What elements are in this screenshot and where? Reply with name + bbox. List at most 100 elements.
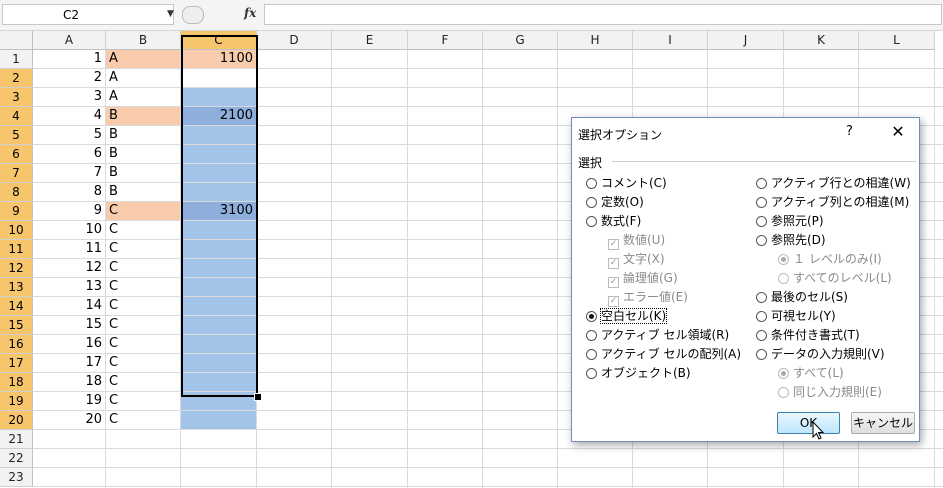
- row-header-5[interactable]: 5: [0, 126, 33, 145]
- cell-c2[interactable]: [181, 69, 256, 87]
- cell-a6[interactable]: 6: [33, 145, 105, 163]
- cell-a1[interactable]: 1: [33, 50, 105, 68]
- cell-b9[interactable]: C: [106, 202, 180, 220]
- column-header-c[interactable]: C: [181, 31, 257, 50]
- column-header-b[interactable]: B: [106, 31, 181, 50]
- cell-b7[interactable]: B: [106, 164, 180, 182]
- radio-option[interactable]: 同じ入力規則(E): [778, 383, 882, 401]
- row-header-9[interactable]: 9: [0, 202, 33, 221]
- cell-a9[interactable]: 9: [33, 202, 105, 220]
- cell-c15[interactable]: [181, 316, 256, 334]
- cancel-button[interactable]: キャンセル: [851, 412, 915, 434]
- row-header-4[interactable]: 4: [0, 107, 33, 126]
- cell-b15[interactable]: C: [106, 316, 180, 334]
- radio-icon[interactable]: [756, 330, 767, 341]
- column-header-d[interactable]: D: [257, 31, 332, 50]
- row-header-2[interactable]: 2: [0, 69, 33, 88]
- column-header-h[interactable]: H: [558, 31, 633, 50]
- radio-icon[interactable]: [586, 311, 597, 322]
- cell-c17[interactable]: [181, 354, 256, 372]
- select-all-corner[interactable]: [0, 31, 33, 50]
- name-box[interactable]: C2 ▼: [2, 4, 174, 25]
- radio-icon[interactable]: [586, 349, 597, 360]
- cell-a7[interactable]: 7: [33, 164, 105, 182]
- checkbox-option[interactable]: ✓ 論理値(G): [608, 269, 678, 288]
- row-header-15[interactable]: 15: [0, 316, 33, 335]
- checkbox-icon[interactable]: ✓: [608, 277, 619, 288]
- row-header-11[interactable]: 11: [0, 240, 33, 259]
- cell-b17[interactable]: C: [106, 354, 180, 372]
- row-header-6[interactable]: 6: [0, 145, 33, 164]
- row-header-23[interactable]: 23: [0, 468, 33, 487]
- radio-option[interactable]: すべて(L): [778, 364, 844, 382]
- radio-icon[interactable]: [756, 349, 767, 360]
- radio-option[interactable]: 可視セル(Y): [756, 307, 836, 325]
- cell-c11[interactable]: [181, 240, 256, 258]
- radio-option[interactable]: すべてのレベル(L): [778, 269, 892, 287]
- formula-handle-icon[interactable]: [182, 6, 204, 24]
- radio-option[interactable]: データの入力規則(V): [756, 345, 885, 363]
- column-header-l[interactable]: L: [859, 31, 935, 50]
- cell-c19[interactable]: [181, 392, 256, 410]
- cell-a16[interactable]: 16: [33, 335, 105, 353]
- cell-b14[interactable]: C: [106, 297, 180, 315]
- row-header-18[interactable]: 18: [0, 373, 33, 392]
- cell-b10[interactable]: C: [106, 221, 180, 239]
- cell-a13[interactable]: 13: [33, 278, 105, 296]
- cell-a5[interactable]: 5: [33, 126, 105, 144]
- cell-c8[interactable]: [181, 183, 256, 201]
- cell-b8[interactable]: B: [106, 183, 180, 201]
- cell-a12[interactable]: 12: [33, 259, 105, 277]
- cell-b2[interactable]: A: [106, 69, 180, 87]
- cell-b12[interactable]: C: [106, 259, 180, 277]
- radio-icon[interactable]: [778, 254, 789, 265]
- row-header-12[interactable]: 12: [0, 259, 33, 278]
- radio-icon[interactable]: [756, 311, 767, 322]
- close-button[interactable]: ✕: [886, 121, 910, 143]
- cell-c4[interactable]: 2100: [181, 107, 256, 125]
- row-header-3[interactable]: 3: [0, 88, 33, 107]
- column-header-j[interactable]: J: [708, 31, 784, 50]
- radio-icon[interactable]: [756, 178, 767, 189]
- radio-icon[interactable]: [586, 178, 597, 189]
- row-header-13[interactable]: 13: [0, 278, 33, 297]
- radio-icon[interactable]: [586, 216, 597, 227]
- cell-c7[interactable]: [181, 164, 256, 182]
- cell-b20[interactable]: C: [106, 411, 180, 429]
- row-header-10[interactable]: 10: [0, 221, 33, 240]
- chevron-down-icon[interactable]: ▼: [167, 9, 174, 19]
- row-header-19[interactable]: 19: [0, 392, 33, 411]
- column-header-k[interactable]: K: [784, 31, 859, 50]
- cell-b13[interactable]: C: [106, 278, 180, 296]
- row-header-20[interactable]: 20: [0, 411, 33, 430]
- checkbox-icon[interactable]: ✓: [608, 258, 619, 269]
- cell-c14[interactable]: [181, 297, 256, 315]
- help-button[interactable]: ?: [846, 124, 853, 139]
- radio-option[interactable]: アクティブ セル領域(R): [586, 326, 729, 344]
- radio-option[interactable]: 定数(O): [586, 193, 644, 211]
- checkbox-option[interactable]: ✓ 数値(U): [608, 231, 665, 250]
- cell-c18[interactable]: [181, 373, 256, 391]
- cell-a3[interactable]: 3: [33, 88, 105, 106]
- row-header-7[interactable]: 7: [0, 164, 33, 183]
- radio-option[interactable]: 空白セル(K): [586, 307, 668, 325]
- cell-c6[interactable]: [181, 145, 256, 163]
- cell-b11[interactable]: C: [106, 240, 180, 258]
- cell-b1[interactable]: A: [106, 50, 180, 68]
- radio-option[interactable]: アクティブ列との相違(M): [756, 193, 909, 211]
- cell-c16[interactable]: [181, 335, 256, 353]
- column-header-f[interactable]: F: [408, 31, 483, 50]
- column-header-e[interactable]: E: [332, 31, 408, 50]
- cell-c12[interactable]: [181, 259, 256, 277]
- cell-c13[interactable]: [181, 278, 256, 296]
- cell-a2[interactable]: 2: [33, 69, 105, 87]
- fill-handle[interactable]: [254, 393, 262, 401]
- radio-icon[interactable]: [756, 235, 767, 246]
- cell-c1[interactable]: 1100: [181, 50, 256, 68]
- cell-b19[interactable]: C: [106, 392, 180, 410]
- radio-option[interactable]: 条件付き書式(T): [756, 326, 860, 344]
- radio-option[interactable]: 数式(F): [586, 212, 641, 230]
- cell-c10[interactable]: [181, 221, 256, 239]
- cell-c20[interactable]: [181, 411, 256, 429]
- cell-a20[interactable]: 20: [33, 411, 105, 429]
